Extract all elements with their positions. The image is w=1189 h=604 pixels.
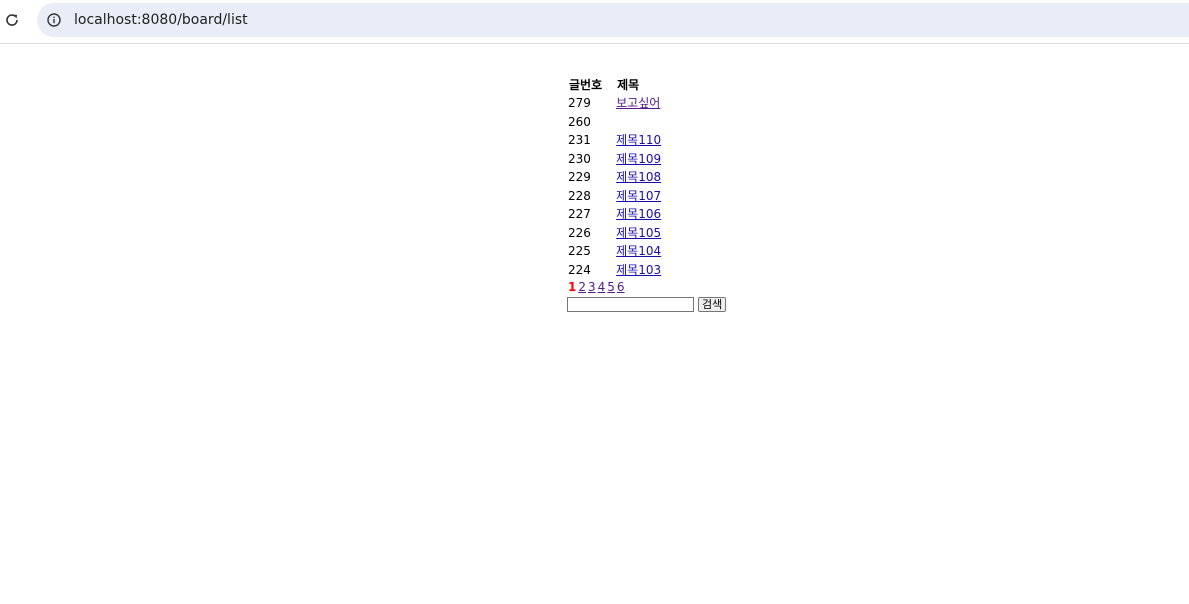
table-row: 260 [568,113,661,132]
table-row: 229 제목108 [568,168,661,187]
post-number: 225 [568,244,591,259]
post-title-cell [616,113,661,132]
post-title-cell: 제목107 [616,187,661,206]
page-link[interactable]: 4 [598,280,606,294]
table-row: 231 제목110 [568,131,661,150]
post-number: 226 [568,225,591,240]
table-header-row: 글번호 제목 [568,76,661,94]
table-row: 230 제목109 [568,150,661,169]
post-title-cell: 제목106 [616,205,661,224]
table-row: 228 제목107 [568,187,661,206]
reload-icon [6,14,18,26]
post-title-cell: 제목105 [616,224,661,243]
post-title-link[interactable]: 제목107 [616,189,661,203]
post-title-link[interactable]: 제목105 [616,226,661,240]
post-title-cell: 제목109 [616,150,661,169]
post-title-link[interactable]: 보고싶어 [616,96,660,110]
browser-toolbar: localhost:8080/board/list [0,0,1189,44]
page-link[interactable]: 5 [607,280,615,294]
table-row: 224 제목103 [568,261,661,280]
table-row: 227 제목106 [568,205,661,224]
table-row: 225 제목104 [568,242,661,261]
url-text[interactable]: localhost:8080/board/list [74,11,248,29]
table-row: 279 보고싶어 [568,94,661,113]
column-header-title: 제목 [617,78,640,92]
post-number: 227 [568,207,591,222]
reload-button[interactable] [2,10,22,30]
post-number: 224 [568,262,591,277]
board-list: 글번호 제목 279 보고싶어 260 231 제목110 230 제목109 229 제목10… [567,76,727,313]
post-title-link[interactable]: 제목108 [616,170,661,184]
address-bar[interactable]: localhost:8080/board/list [37,3,1189,37]
post-number: 231 [568,133,591,148]
board-table: 글번호 제목 279 보고싶어 260 231 제목110 230 제목109 229 제목10… [568,76,661,279]
post-title-cell: 제목108 [616,168,661,187]
post-number: 230 [568,151,591,166]
search-button[interactable]: 검색 [698,296,727,312]
post-title-cell: 보고싶어 [616,94,661,113]
post-number: 260 [568,114,591,129]
search-form: 검색 [567,295,727,313]
search-input[interactable] [567,296,694,312]
page-link[interactable]: 6 [617,280,625,294]
post-title-link[interactable]: 제목106 [616,207,661,221]
current-page: 1 [568,280,577,294]
post-number: 229 [568,170,591,185]
column-header-number: 글번호 [569,78,603,92]
table-row: 226 제목105 [568,224,661,243]
page-link[interactable]: 3 [588,280,596,294]
post-title-link[interactable]: 제목109 [616,152,661,166]
post-title-cell: 제목104 [616,242,661,261]
post-title-cell: 제목110 [616,131,661,150]
page-link[interactable]: 2 [578,280,586,294]
post-title-link[interactable]: 제목104 [616,244,661,258]
post-title-cell: 제목103 [616,261,661,280]
post-title-link[interactable]: 제목110 [616,133,661,147]
post-number: 279 [568,96,591,111]
site-info-icon[interactable] [46,12,62,28]
post-title-link[interactable]: 제목103 [616,263,661,277]
pagination: 123456 [568,279,726,295]
post-number: 228 [568,188,591,203]
